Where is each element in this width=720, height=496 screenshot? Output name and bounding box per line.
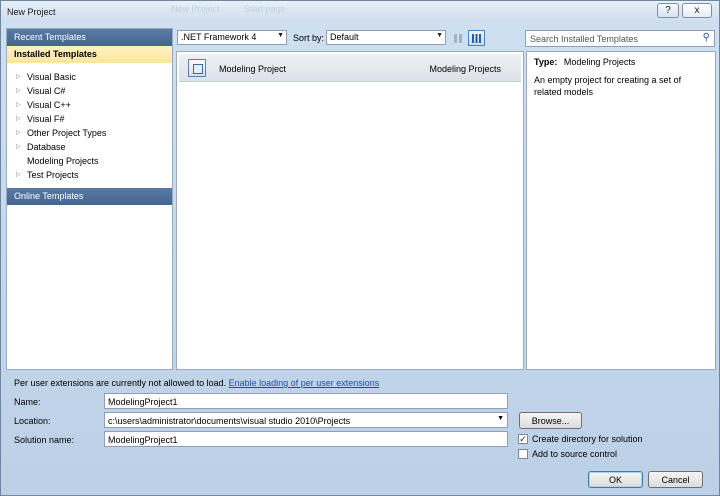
expand-arrow-icon[interactable]: ▷: [16, 73, 27, 80]
type-value: Modeling Projects: [563, 57, 636, 67]
template-description: An empty project for creating a set of r…: [534, 75, 682, 97]
ok-button[interactable]: OK: [588, 471, 643, 488]
framework-value: .NET Framework 4: [181, 32, 257, 42]
installed-templates-header[interactable]: Installed Templates: [7, 46, 172, 63]
solution-name-value: ModelingProject1: [108, 435, 178, 445]
tree-item-visual-cpp[interactable]: ▷ Visual C++: [16, 98, 71, 111]
help-icon: ?: [665, 5, 671, 16]
template-name: Modeling Project: [219, 64, 287, 74]
solution-name-input[interactable]: ModelingProject1: [104, 431, 508, 447]
search-templates-input[interactable]: Search Installed Templates ⚲: [525, 30, 715, 47]
detail-type: Type: Modeling Projects: [534, 57, 635, 67]
chevron-down-icon[interactable]: ▼: [497, 415, 504, 422]
create-directory-option[interactable]: ✓ Create directory for solution: [518, 434, 643, 444]
window-title: New Project: [7, 7, 56, 17]
source-control-checkbox[interactable]: [518, 449, 528, 459]
name-label: Name:: [14, 397, 41, 407]
extensions-notice: Per user extensions are currently not al…: [14, 378, 379, 388]
name-value: ModelingProject1: [108, 397, 178, 407]
tree-item-label: Visual C++: [27, 99, 71, 110]
small-icons-view-button[interactable]: [450, 30, 467, 46]
search-placeholder: Search Installed Templates: [530, 34, 638, 44]
list-view-button[interactable]: [468, 30, 485, 46]
location-input[interactable]: c:\users\administrator\documents\visual …: [104, 412, 508, 428]
list-view-icon: [472, 33, 481, 43]
sort-by-label: Sort by:: [293, 33, 325, 43]
tree-item-label: Database: [27, 141, 66, 152]
name-input[interactable]: ModelingProject1: [104, 393, 508, 409]
expand-arrow-icon[interactable]: ▷: [16, 101, 27, 108]
create-directory-label: Create directory for solution: [532, 434, 643, 444]
close-button[interactable]: x: [682, 3, 712, 18]
expand-arrow-icon[interactable]: ▷: [16, 143, 27, 150]
tree-item-visual-fsharp[interactable]: ▷ Visual F#: [16, 112, 64, 125]
notice-text: Per user extensions are currently not al…: [14, 378, 227, 388]
tree-item-label: Test Projects: [27, 169, 79, 180]
type-label: Type:: [534, 57, 558, 67]
create-directory-checkbox[interactable]: ✓: [518, 434, 528, 444]
cancel-button[interactable]: Cancel: [648, 471, 703, 488]
tree-item-visual-csharp[interactable]: ▷ Visual C#: [16, 84, 65, 97]
tree-item-modeling-projects[interactable]: Modeling Projects: [16, 154, 99, 167]
tree-item-test-projects[interactable]: ▷ Test Projects: [16, 168, 79, 181]
title-bar[interactable]: New Project New Project Start page ? x: [1, 1, 719, 23]
solution-name-label: Solution name:: [14, 435, 75, 445]
source-control-option[interactable]: Add to source control: [518, 449, 617, 459]
expand-arrow-icon[interactable]: ▷: [16, 129, 27, 136]
tree-item-database[interactable]: ▷ Database: [16, 140, 66, 153]
new-project-dialog: New Project New Project Start page ? x R…: [0, 0, 720, 496]
chevron-down-icon: ▼: [436, 32, 443, 39]
location-value: c:\users\administrator\documents\visual …: [108, 416, 351, 426]
tree-item-label: Visual C#: [27, 85, 66, 96]
modeling-project-icon: [188, 59, 206, 77]
template-toolbar: .NET Framework 4 ▼ Sort by: Default ▼ Se…: [174, 28, 716, 49]
expand-arrow-icon[interactable]: ▷: [16, 115, 27, 122]
location-label: Location:: [14, 416, 51, 426]
background-tab-text: Start page: [244, 4, 286, 14]
template-type: Modeling Projects: [429, 64, 501, 74]
tree-item-label: Visual Basic: [27, 71, 76, 82]
help-button[interactable]: ?: [657, 3, 679, 18]
small-icons-view-icon: [454, 33, 462, 43]
recent-templates-header[interactable]: Recent Templates: [7, 29, 172, 46]
online-templates-header[interactable]: Online Templates: [7, 188, 172, 205]
source-control-label: Add to source control: [532, 449, 618, 459]
background-tab-text: New Project: [171, 4, 220, 14]
sort-value: Default: [330, 32, 359, 42]
template-categories-pane: Recent Templates Installed Templates ▷ V…: [6, 28, 173, 370]
search-icon[interactable]: ⚲: [703, 32, 710, 43]
tree-item-label: Modeling Projects: [27, 155, 99, 166]
expand-arrow-icon[interactable]: ▷: [16, 171, 27, 178]
framework-dropdown[interactable]: .NET Framework 4 ▼: [177, 30, 287, 45]
close-icon: x: [694, 5, 700, 16]
enable-extensions-link[interactable]: Enable loading of per user extensions: [229, 378, 380, 388]
tree-item-visual-basic[interactable]: ▷ Visual Basic: [16, 70, 76, 83]
chevron-down-icon: ▼: [277, 32, 284, 39]
template-item-modeling-project[interactable]: Modeling Project Modeling Projects: [179, 54, 521, 82]
expand-arrow-icon[interactable]: ▷: [16, 87, 27, 94]
tree-item-label: Visual F#: [27, 113, 65, 124]
tree-item-other-project-types[interactable]: ▷ Other Project Types: [16, 126, 106, 139]
template-list: Modeling Project Modeling Projects: [176, 51, 524, 370]
template-details-pane: Type: Modeling Projects An empty project…: [526, 51, 716, 370]
browse-button[interactable]: Browse...: [519, 412, 582, 429]
sort-by-dropdown[interactable]: Default ▼: [326, 30, 446, 45]
tree-item-label: Other Project Types: [27, 127, 107, 138]
